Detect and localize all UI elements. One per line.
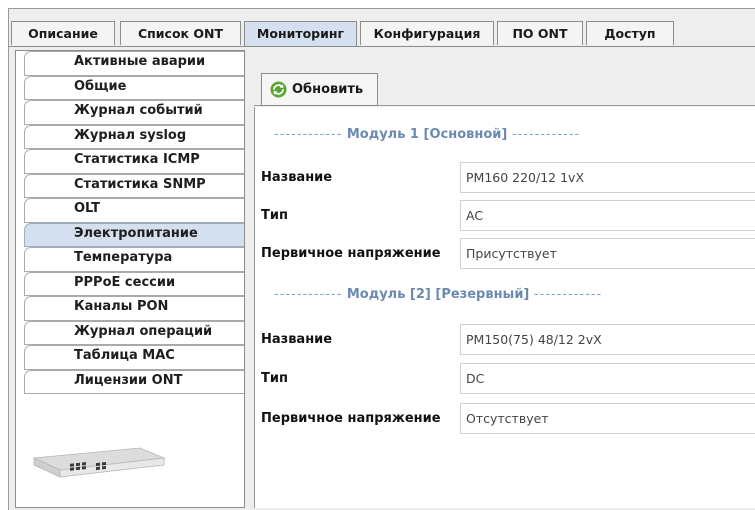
- sidebar-item-label: Температура: [74, 250, 173, 265]
- sidebar-item-label: Журнал операций: [74, 323, 213, 339]
- sidebar-item-syslog[interactable]: Журнал syslog: [16, 124, 244, 149]
- sidebar-item-label: Активные аварии: [74, 54, 206, 69]
- sidebar-item-temperature[interactable]: Температура: [16, 247, 244, 272]
- olt-device-icon: [32, 447, 166, 478]
- sidebar-item-label: Журнал событий: [74, 103, 203, 118]
- refresh-button[interactable]: Обновить: [261, 73, 378, 106]
- power-panel: Обновить ------------ Модуль 1 [Основной…: [254, 61, 755, 508]
- sidebar-item-power[interactable]: Электропитание: [16, 222, 244, 247]
- module-2-type-label: Тип: [261, 371, 288, 386]
- refresh-icon: [270, 81, 287, 98]
- sidebar-item-label: Электропитание: [74, 225, 198, 241]
- app-window: Описание Список ONT Мониторинг Конфигура…: [8, 8, 755, 510]
- module-2-voltage-value: Отсутствует: [460, 403, 755, 434]
- tab-configuration[interactable]: Конфигурация: [360, 21, 494, 45]
- sidebar-item-pon-channels[interactable]: Каналы PON: [16, 296, 244, 321]
- sidebar-item-label: PPPoE сессии: [74, 274, 176, 290]
- module-1-name-label: Название: [261, 170, 333, 185]
- sidebar-item-olt[interactable]: OLT: [16, 198, 244, 223]
- tab-ont-software[interactable]: ПО ONT: [497, 21, 583, 45]
- sidebar-item-icmp-stats[interactable]: Статистика ICMP: [16, 149, 244, 174]
- sidebar-item-pppoe-sessions[interactable]: PPPoE сессии: [16, 271, 244, 296]
- modules-panel: ------------ Модуль 1 [Основной] -------…: [254, 107, 755, 508]
- sidebar-item-label: Таблица МАС: [74, 348, 175, 363]
- module-1-header: ------------ Модуль 1 [Основной] -------…: [274, 127, 581, 142]
- refresh-label: Обновить: [292, 82, 364, 97]
- module-1-type-label: Тип: [261, 208, 288, 223]
- sidebar-item-general[interactable]: Общие: [16, 75, 244, 100]
- sidebar-item-operations-log[interactable]: Журнал операций: [16, 320, 244, 345]
- monitoring-sidebar: Активные аварии Общие Журнал событий Жур…: [15, 50, 245, 508]
- toolbar: Обновить: [254, 61, 755, 106]
- module-2-name-value: PM150(75) 48/12 2vX: [460, 324, 755, 355]
- sidebar-item-mac-table[interactable]: Таблица МАС: [16, 345, 244, 370]
- module-2-title: Модуль [2] [Резервный]: [346, 287, 530, 302]
- monitoring-content: Активные аварии Общие Журнал событий Жур…: [9, 47, 755, 510]
- sidebar-item-snmp-stats[interactable]: Статистика SNMP: [16, 173, 244, 198]
- sidebar-item-label: Каналы PON: [74, 299, 169, 314]
- module-2-name-label: Название: [261, 332, 333, 347]
- sidebar-item-label: Журнал syslog: [74, 127, 187, 143]
- sidebar-item-ont-licenses[interactable]: Лицензии ONT: [16, 369, 244, 394]
- module-1-voltage-value: Присутствует: [460, 238, 755, 269]
- sidebar-item-label: Статистика SNMP: [74, 176, 206, 192]
- sidebar-item-label: Общие: [74, 78, 127, 94]
- module-2-voltage-label: Первичное напряжение: [261, 411, 441, 426]
- sidebar-item-active-alarms[interactable]: Активные аварии: [16, 51, 244, 76]
- module-1-type-value: AC: [460, 200, 755, 231]
- tab-monitoring[interactable]: Мониторинг: [244, 21, 357, 47]
- sidebar-item-label: Статистика ICMP: [74, 152, 200, 167]
- sidebar-item-label: Лицензии ONT: [74, 372, 183, 388]
- tab-access[interactable]: Доступ: [586, 21, 674, 45]
- sidebar-item-label: OLT: [74, 201, 101, 216]
- sidebar-item-event-log[interactable]: Журнал событий: [16, 100, 244, 125]
- tab-bar: Описание Список ONT Мониторинг Конфигура…: [9, 21, 755, 47]
- tab-ont-list[interactable]: Список ONT: [120, 21, 241, 45]
- module-1-title: Модуль 1 [Основной]: [346, 127, 508, 142]
- module-1-name-value: PM160 220/12 1vX: [460, 162, 755, 193]
- module-2-header: ------------ Модуль [2] [Резервный] ----…: [274, 287, 603, 302]
- tab-description[interactable]: Описание: [11, 21, 115, 45]
- module-2-type-value: DC: [460, 363, 755, 394]
- module-1-voltage-label: Первичное напряжение: [261, 246, 441, 261]
